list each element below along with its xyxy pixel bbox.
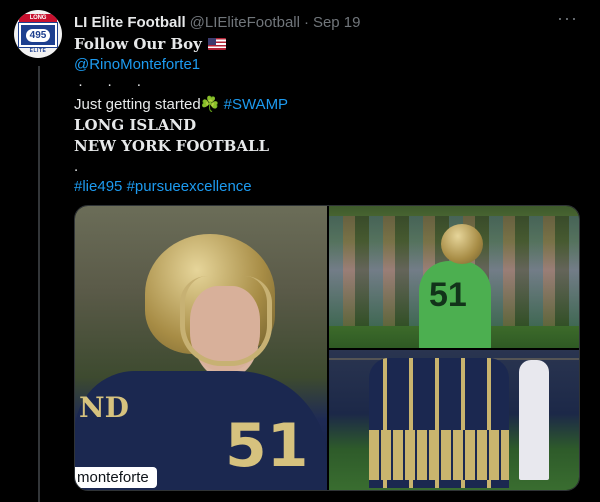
hashtag-swamp[interactable]: #SWAMP [224, 96, 288, 113]
single-dot-line: . [74, 158, 79, 175]
author-handle[interactable]: @LIEliteFootball [190, 14, 300, 31]
thread-line [38, 66, 40, 502]
tweet-header: LI Elite Football @LIEliteFootball · Sep… [74, 8, 584, 32]
separator-dot: · [303, 13, 309, 31]
shamrock-icon: ☘️ [200, 96, 220, 113]
started-text: Just getting started [74, 96, 201, 113]
more-options-icon[interactable]: ··· [557, 8, 578, 29]
mention-link[interactable]: @RinoMonteforte1 [74, 56, 200, 73]
li-elite-logo: LONG ISLAND 495 ELITE [18, 14, 58, 54]
author-name[interactable]: LI Elite Football [74, 14, 186, 31]
us-flag-icon [208, 38, 227, 50]
tweet-timestamp[interactable]: Sep 19 [313, 14, 361, 31]
dots-line: · · · [78, 76, 152, 93]
logo-number: 495 [25, 28, 51, 42]
logo-top-text: LONG ISLAND [19, 14, 57, 30]
media-grid: ND 51 monteforte 51 [74, 205, 580, 491]
photo-player-closeup[interactable]: ND 51 monteforte [75, 206, 327, 490]
logo-bottom-text: ELITE [29, 48, 47, 54]
tweet-text: Follow Our Boy @RinoMonteforte1 · · · Ju… [74, 34, 574, 197]
photo-team-huddle[interactable] [329, 350, 579, 490]
long-island-line: LONG ISLAND [74, 116, 197, 134]
ny-football-line: NEW YORK FOOTBALL [74, 137, 270, 155]
follow-line: Follow Our Boy [74, 35, 202, 53]
jersey-number: 51 [225, 411, 309, 481]
photo-tag[interactable]: monteforte [75, 467, 157, 488]
hashtag-pursueexcellence[interactable]: #pursueexcellence [127, 178, 252, 195]
avatar[interactable]: LONG ISLAND 495 ELITE [14, 10, 62, 58]
photo-green-jersey[interactable]: 51 [329, 206, 579, 348]
green-jersey-number: 51 [429, 276, 467, 314]
hashtag-lie495[interactable]: #lie495 [74, 178, 122, 195]
